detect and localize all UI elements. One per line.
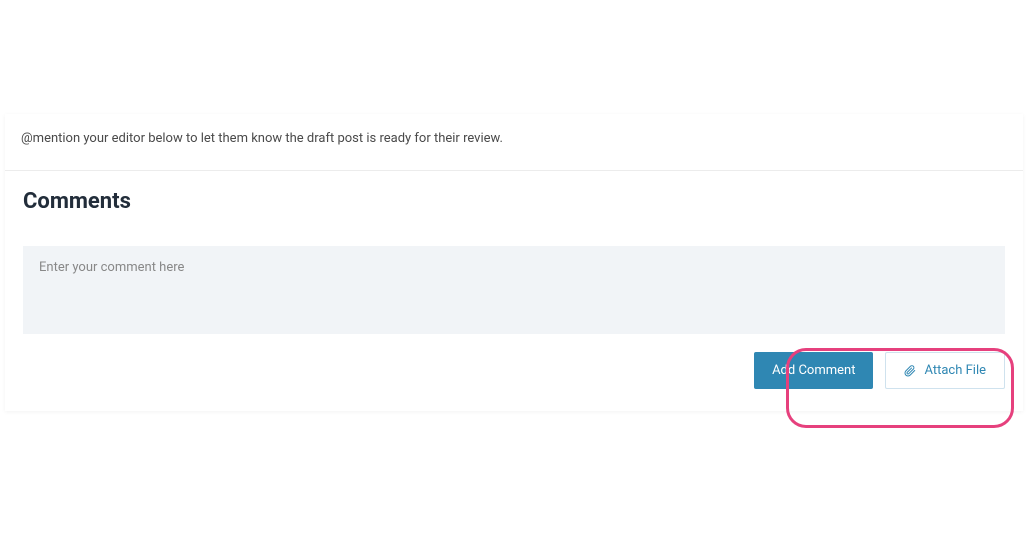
add-comment-button[interactable]: Add Comment [754,352,873,389]
comment-input[interactable] [23,246,1005,334]
attach-file-label: Attach File [924,363,986,378]
instruction-bar: @mention your editor below to let them k… [5,114,1023,171]
comments-card: @mention your editor below to let them k… [5,114,1023,411]
attach-file-button[interactable]: Attach File [885,352,1005,389]
add-comment-label: Add Comment [772,363,855,378]
comments-section: Comments Add Comment Attach File [5,171,1023,411]
paperclip-icon [904,364,916,378]
actions-row: Add Comment Attach File [23,352,1005,389]
instruction-text: @mention your editor below to let them k… [21,130,1007,148]
comments-heading: Comments [23,189,1005,214]
